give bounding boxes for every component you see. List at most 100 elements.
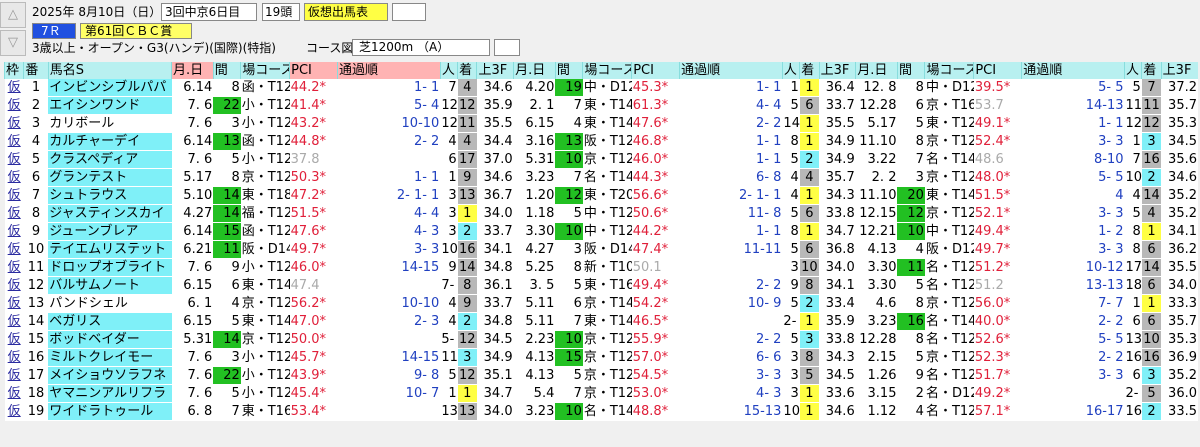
horse-name[interactable]: ミルトクレイモー bbox=[48, 348, 172, 367]
waku-cell[interactable]: 仮 bbox=[4, 114, 24, 133]
horse-name[interactable]: グランテスト bbox=[48, 168, 172, 187]
horse-name[interactable]: ジューンブレア bbox=[48, 222, 172, 241]
col-finish-1[interactable]: 着 bbox=[457, 62, 477, 79]
col-pop-2[interactable]: 人 bbox=[781, 62, 800, 79]
waku-cell[interactable]: 仮 bbox=[4, 240, 24, 259]
waku-cell[interactable]: 仮 bbox=[4, 312, 24, 331]
race3-nin: 7 bbox=[1124, 150, 1142, 169]
waku-cell[interactable]: 仮 bbox=[4, 204, 24, 223]
table-row[interactable]: 仮 5 クラスペディア 7. 6 5 小・T12 37.8 6 17 37.0 5.31 10 京・T1… bbox=[4, 150, 1198, 169]
col-date-1[interactable]: 月.日 bbox=[171, 62, 214, 79]
col-course-2[interactable]: 場コース bbox=[582, 62, 632, 79]
horse-name[interactable]: ボッドベイダー bbox=[48, 330, 172, 349]
col-pop-3[interactable]: 人 bbox=[1124, 62, 1142, 79]
course-info: 芝1200m （A） bbox=[352, 39, 490, 56]
col-last3f-1[interactable]: 上3F bbox=[476, 62, 514, 79]
waku-cell[interactable]: 仮 bbox=[4, 96, 24, 115]
course-map-link[interactable]: コース図 bbox=[306, 40, 353, 56]
horse-name[interactable]: シュトラウス bbox=[48, 186, 172, 205]
table-row[interactable]: 仮 9 ジューンブレア 6.14 15 函・T12 47.6* 4- 3 3 2 33.7 3.30 1… bbox=[4, 222, 1198, 241]
race3-agari: 33.3 bbox=[1161, 294, 1198, 313]
col-interval-1[interactable]: 間 bbox=[212, 62, 241, 79]
table-row[interactable]: 仮12バルサムノート6.156東・T1447.47- 7836.13. 55東・… bbox=[4, 276, 1198, 295]
horse-name[interactable]: カルチャーデイ bbox=[48, 132, 172, 151]
waku-cell[interactable]: 仮 bbox=[4, 402, 24, 421]
table-row[interactable]: 仮15ボッドベイダー5.3114京・T1250.0*5- 51234.52.23… bbox=[4, 330, 1198, 349]
table-row[interactable]: 仮 14 ベガリス 6.15 5 東・T14 47.0* 2- 3 4 2 34.8 5.11 7 東・T… bbox=[4, 312, 1198, 331]
virtual-entry-button[interactable]: 仮想出馬表 bbox=[304, 3, 388, 21]
col-ban[interactable]: 番 bbox=[23, 62, 49, 79]
col-passing-3[interactable]: 通過順 bbox=[1021, 62, 1125, 79]
next-race-icon[interactable]: ▽ bbox=[0, 30, 26, 56]
table-row[interactable]: 仮 6 グランテスト 5.17 8 京・T12 50.3* 1- 1 1 9 34.6 3.23 7 名・… bbox=[4, 168, 1198, 187]
waku-cell[interactable]: 仮 bbox=[4, 384, 24, 403]
horse-name[interactable]: メイショウソラフネ bbox=[48, 366, 172, 385]
col-date-3[interactable]: 月.日 bbox=[855, 62, 898, 79]
table-row[interactable]: 仮 10 テイエムリステット 6.21 11 阪・D14 49.7* 3- 3 10 16 34.1… bbox=[4, 240, 1198, 259]
waku-cell[interactable]: 仮 bbox=[4, 276, 24, 295]
race1-nin: 3 bbox=[440, 222, 458, 241]
table-row[interactable]: 仮 11 ドロップオブライト 7. 6 9 小・T12 46.0* 14-15 9 14 34.8 5… bbox=[4, 258, 1198, 277]
horse-name[interactable]: ジャスティンスカイ bbox=[48, 204, 172, 223]
waku-cell[interactable]: 仮 bbox=[4, 186, 24, 205]
meeting-info: 3回中京6日目 bbox=[161, 3, 257, 21]
col-finish-2[interactable]: 着 bbox=[799, 62, 820, 79]
col-pci-2[interactable]: PCI bbox=[631, 62, 680, 79]
horse-name[interactable]: バルサムノート bbox=[48, 276, 172, 295]
table-row[interactable]: 仮 17 メイショウソラフネ 7. 6 22 小・T12 43.9* 9- 8 5 12 35.1 4… bbox=[4, 366, 1198, 385]
col-pci-1[interactable]: PCI bbox=[289, 62, 338, 79]
col-pop-1[interactable]: 人 bbox=[439, 62, 458, 79]
waku-cell[interactable]: 仮 bbox=[4, 348, 24, 367]
col-last3f-3[interactable]: 上3F bbox=[1160, 62, 1198, 79]
horse-name[interactable]: ヤマニンアルリフラ bbox=[48, 384, 172, 403]
col-passing-1[interactable]: 通過順 bbox=[336, 62, 441, 79]
col-interval-3[interactable]: 間 bbox=[896, 62, 925, 79]
race2-nin: 3 bbox=[782, 384, 800, 403]
waku-cell[interactable]: 仮 bbox=[4, 168, 24, 187]
table-row[interactable]: 仮 18 ヤマニンアルリフラ 7. 6 5 小・T12 45.4* 10- 7 1 1 34.7 5.… bbox=[4, 384, 1198, 403]
table-row[interactable]: 仮 7 シュトラウス 5.10 14 東・T18 47.2* 2- 1- 1 3 13 36.7 1.… bbox=[4, 186, 1198, 205]
horse-name[interactable]: ベガリス bbox=[48, 312, 172, 331]
col-waku[interactable]: 枠 bbox=[3, 62, 24, 79]
col-last3f-2[interactable]: 上3F bbox=[818, 62, 856, 79]
horse-name[interactable]: ワイドラトゥール bbox=[48, 402, 172, 421]
horse-name[interactable]: エイシンワンド bbox=[48, 96, 172, 115]
race2-md: 5.4 bbox=[513, 384, 556, 403]
race3-tsuka: 5- 5 bbox=[1021, 330, 1125, 349]
table-row[interactable]: 仮 1 インビンシブルパパ 6.14 8 函・T12 44.2* 1- 1 7 4 34.6 4.20… bbox=[4, 79, 1198, 97]
horse-name[interactable]: インビンシブルパパ bbox=[48, 79, 172, 97]
col-passing-2[interactable]: 通過順 bbox=[679, 62, 783, 79]
table-row[interactable]: 仮 4 カルチャーデイ 6.14 13 函・T12 44.8* 2- 2 4 4 34.4 3.16 1… bbox=[4, 132, 1198, 151]
col-course-1[interactable]: 場コース bbox=[240, 62, 290, 79]
col-name[interactable]: 馬名S bbox=[47, 62, 172, 79]
waku-cell[interactable]: 仮 bbox=[4, 330, 24, 349]
waku-cell[interactable]: 仮 bbox=[4, 294, 24, 313]
table-row[interactable]: 仮19ワイドラトゥール6. 87東・T1653.4* 13-121334.03.2… bbox=[4, 402, 1198, 421]
col-pci-3[interactable]: PCI bbox=[973, 62, 1022, 79]
waku-cell[interactable]: 仮 bbox=[4, 132, 24, 151]
waku-cell[interactable]: 仮 bbox=[4, 258, 24, 277]
table-row[interactable]: 仮 3 カリボール 7. 6 3 小・T12 43.2* 10-10 12 11 35.5 6.15 4… bbox=[4, 114, 1198, 133]
horse-name[interactable]: テイエムリステット bbox=[48, 240, 172, 259]
prev-race-icon[interactable]: △ bbox=[0, 2, 26, 28]
horse-name[interactable]: クラスペディア bbox=[48, 150, 172, 169]
race1-chaku: 12 bbox=[457, 96, 477, 115]
waku-cell[interactable]: 仮 bbox=[4, 222, 24, 241]
horse-name[interactable]: カリボール bbox=[48, 114, 172, 133]
waku-cell[interactable]: 仮 bbox=[4, 79, 24, 97]
col-date-2[interactable]: 月.日 bbox=[513, 62, 556, 79]
race2-agari: 34.1 bbox=[819, 276, 856, 295]
waku-cell[interactable]: 仮 bbox=[4, 366, 24, 385]
table-row[interactable]: 仮 8 ジャスティンスカイ 4.27 14 福・T12 51.5* 4- 4 3 1 34.0 1.1… bbox=[4, 204, 1198, 223]
col-course-3[interactable]: 場コース bbox=[924, 62, 974, 79]
col-interval-2[interactable]: 間 bbox=[554, 62, 583, 79]
horse-name[interactable]: ドロップオブライト bbox=[48, 258, 172, 277]
table-row[interactable]: 仮 2 エイシンワンド 7. 6 22 小・T12 41.4* 5- 4 12 12 35.9 2. … bbox=[4, 96, 1198, 115]
waku-cell[interactable]: 仮 bbox=[4, 150, 24, 169]
col-finish-3[interactable]: 着 bbox=[1141, 62, 1162, 79]
table-row[interactable]: 仮 16 ミルトクレイモー 7. 6 3 小・T12 45.7* 14-15 11 3 34.9 4.… bbox=[4, 348, 1198, 367]
table-row[interactable]: 仮 13 パンドシェル 6. 1 4 京・T12 56.2* 10-10 4 9 33.7 5.11 6… bbox=[4, 294, 1198, 313]
race2-tsuka: 1- 1 bbox=[679, 222, 783, 241]
horse-name[interactable]: パンドシェル bbox=[48, 294, 172, 313]
race2-agari: 33.8 bbox=[819, 204, 856, 223]
